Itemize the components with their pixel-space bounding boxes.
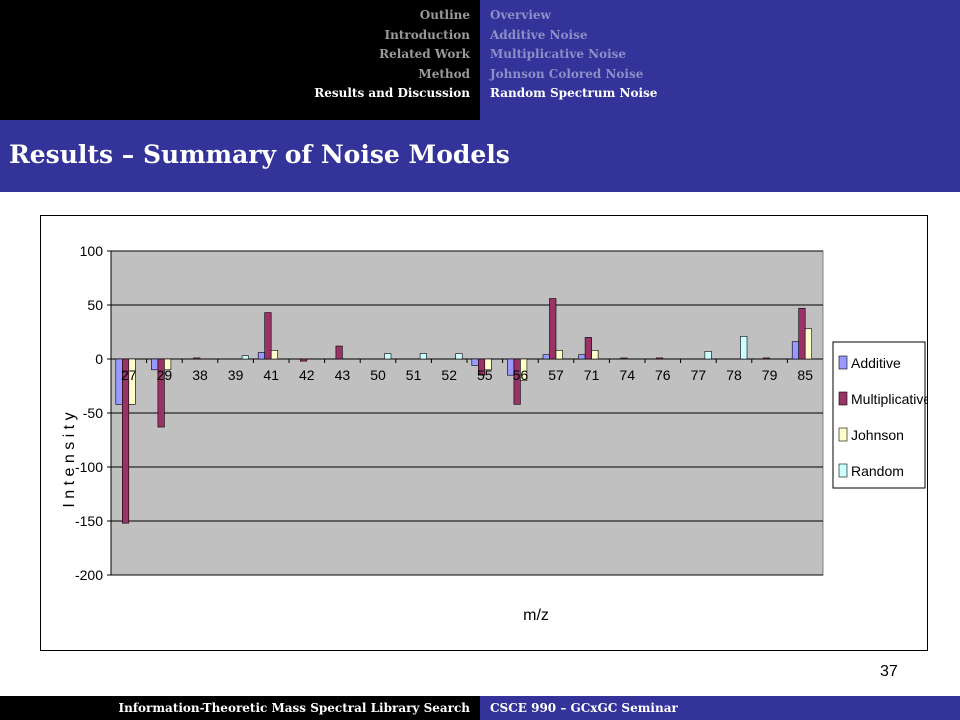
x-tick-label: 78	[726, 367, 742, 383]
x-tick-label: 52	[441, 367, 457, 383]
x-tick-label: 76	[655, 367, 671, 383]
x-tick-label: 56	[513, 367, 529, 383]
x-tick-label: 77	[691, 367, 707, 383]
nav-section-results-and-discussion[interactable]: Results and Discussion	[314, 84, 470, 104]
x-tick-label: 74	[619, 367, 635, 383]
bar-multiplicative-76	[655, 357, 664, 360]
nav-subsection-johnson-colored-noise[interactable]: Johnson Colored Noise	[490, 65, 657, 85]
bar-additive-41	[257, 352, 265, 360]
footer-presentation-title: Information-Theoretic Mass Spectral Libr…	[118, 701, 470, 715]
bar-random-39	[241, 355, 249, 360]
page-title: Results – Summary of Noise Models	[9, 140, 510, 169]
x-tick-label: 57	[548, 367, 564, 383]
bar-johnson-71	[591, 350, 599, 360]
x-axis-title: m/z	[523, 607, 549, 624]
bar-multiplicative-41	[264, 312, 272, 360]
bar-johnson-41	[270, 350, 278, 360]
legend-swatch-additive	[838, 355, 848, 370]
y-tick-label: -150	[75, 513, 103, 529]
x-tick-label: 43	[335, 367, 351, 383]
nav-section-related-work[interactable]: Related Work	[314, 45, 470, 65]
bar-random-50	[384, 353, 392, 360]
footer-course-label: CSCE 990 – GCxGC Seminar	[490, 701, 678, 715]
bar-additive-55	[471, 358, 479, 366]
nav-section-method[interactable]: Method	[314, 65, 470, 85]
x-tick-label: 41	[263, 367, 279, 383]
bar-additive-71	[578, 354, 586, 360]
x-tick-label: 27	[121, 367, 137, 383]
legend-label-random: Random	[851, 463, 904, 479]
bar-johnson-85	[804, 328, 813, 360]
x-tick-label: 85	[797, 367, 813, 383]
bar-random-51	[419, 353, 427, 360]
x-tick-label: 42	[299, 367, 315, 383]
x-tick-label: 38	[192, 367, 208, 383]
chart-frame: 100 50 0 -50 -100 -150 -200 27 29 38 39 41 42 43 50 51 5…	[40, 215, 928, 651]
bar-johnson-57	[555, 350, 563, 360]
y-axis-title: I n t e n s i t y	[61, 412, 78, 507]
legend-label-johnson: Johnson	[851, 427, 904, 443]
y-tick-label: 50	[87, 297, 103, 313]
bar-random-77	[704, 351, 712, 360]
x-tick-label: 79	[762, 367, 778, 383]
x-tick-label: 39	[228, 367, 244, 383]
y-tick-label: -100	[75, 459, 103, 475]
bar-multiplicative-79	[762, 357, 770, 360]
x-tick-label: 29	[157, 367, 173, 383]
y-tick-label: 0	[95, 351, 103, 367]
nav-section-introduction[interactable]: Introduction	[314, 26, 470, 46]
nav-subsection-random-spectrum-noise[interactable]: Random Spectrum Noise	[490, 84, 657, 104]
bar-multiplicative-74	[620, 357, 628, 360]
legend-swatch-johnson	[838, 427, 848, 442]
footer-left: Information-Theoretic Mass Spectral Libr…	[0, 696, 480, 720]
legend-label-multiplicative: Multiplicative	[851, 391, 927, 407]
nav-subsection-multiplicative-noise[interactable]: Multiplicative Noise	[490, 45, 657, 65]
nav-subsection-additive-noise[interactable]: Additive Noise	[490, 26, 657, 46]
title-bar: Results – Summary of Noise Models	[0, 120, 960, 192]
bar-multiplicative-43	[335, 345, 343, 360]
y-tick-label: 100	[80, 243, 104, 259]
x-tick-label: 71	[584, 367, 600, 383]
bar-multiplicative-71	[584, 337, 592, 360]
y-tick-label: -200	[75, 567, 103, 583]
bar-multiplicative-27	[122, 358, 130, 524]
legend-label-additive: Additive	[851, 355, 901, 371]
bar-multiplicative-85	[798, 307, 806, 360]
subsection-list: Overview Additive Noise Multiplicative Noi…	[490, 6, 657, 104]
header-section-nav: Outline Introduction Related Work Method Res…	[0, 0, 480, 120]
x-tick-label: 50	[370, 367, 386, 383]
x-tick-label: 55	[477, 367, 493, 383]
bar-additive-85	[791, 341, 800, 360]
bar-multiplicative-57	[549, 298, 557, 360]
bar-random-78	[740, 336, 748, 360]
x-tick-label: 51	[406, 367, 422, 383]
legend-swatch-multiplicative	[838, 391, 848, 406]
bar-multiplicative-42	[299, 358, 308, 362]
noise-model-bar-chart: 100 50 0 -50 -100 -150 -200 27 29 38 39 41 42 43 50 51 5…	[61, 243, 927, 624]
legend-swatch-random	[838, 463, 848, 478]
footer-right: CSCE 990 – GCxGC Seminar	[480, 696, 960, 720]
slide-number: 37	[880, 663, 898, 680]
nav-subsection-overview[interactable]: Overview	[490, 6, 657, 26]
bar-random-52	[455, 353, 463, 360]
header-subsection-nav: Overview Additive Noise Multiplicative Noi…	[480, 0, 960, 120]
section-list: Outline Introduction Related Work Method Res…	[314, 6, 470, 104]
nav-section-outline[interactable]: Outline	[314, 6, 470, 26]
y-tick-label: -50	[83, 405, 103, 421]
bar-additive-57	[542, 354, 550, 360]
bar-multiplicative-38	[193, 357, 201, 360]
